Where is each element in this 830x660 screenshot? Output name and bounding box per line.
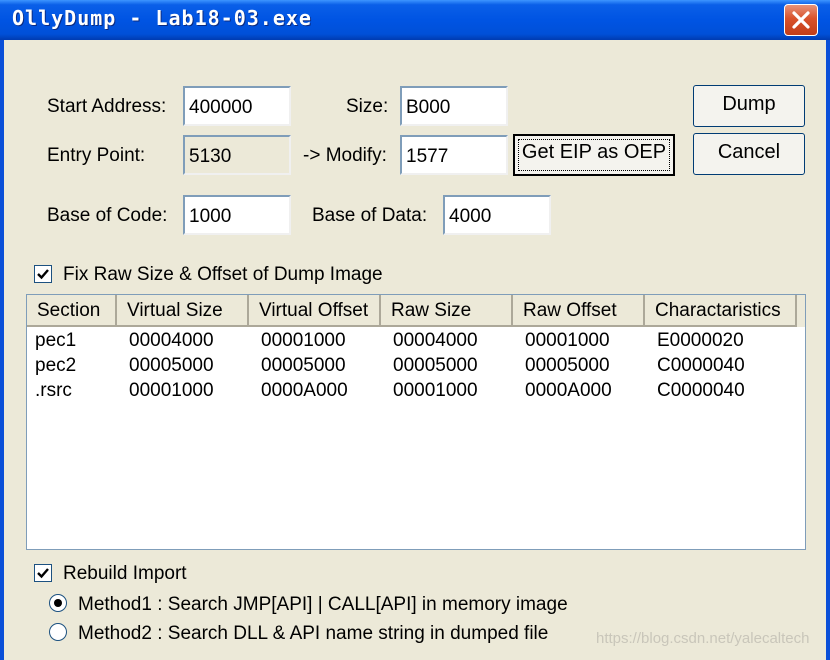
cell-virtual-offset: 0000A000 [261,380,348,401]
method2-label[interactable]: Method2 : Search DLL & API name string i… [78,623,548,645]
base-of-code-label: Base of Code: [47,205,168,226]
cell-section: .rsrc [35,380,72,401]
cell-charactaristics: C0000040 [657,380,745,401]
column-raw-size[interactable]: Raw Size [381,295,513,327]
table-row[interactable]: .rsrc 00001000 0000A000 00001000 0000A00… [27,378,805,403]
section-table[interactable]: Section Virtual Size Virtual Offset Raw … [26,294,806,550]
base-of-data-input[interactable] [443,195,551,235]
rebuild-import-label[interactable]: Rebuild Import [63,563,187,585]
size-label: Size: [346,96,389,117]
watermark-text: https://blog.csdn.net/yalecaltech [596,630,810,647]
fix-raw-checkbox[interactable] [34,265,52,283]
cell-raw-offset: 00001000 [525,330,610,351]
radio-selected-dot [54,599,62,607]
base-of-data-label: Base of Data: [312,205,428,226]
fix-raw-label[interactable]: Fix Raw Size & Offset of Dump Image [63,264,383,286]
cell-raw-size: 00004000 [393,330,478,351]
start-address-input[interactable] [183,86,291,126]
dump-button[interactable]: Dump [693,85,805,127]
cell-virtual-offset: 00005000 [261,355,346,376]
cell-virtual-size: 00005000 [129,355,214,376]
cell-raw-offset: 0000A000 [525,380,612,401]
entry-point-field [183,135,291,175]
cancel-button[interactable]: Cancel [693,133,805,175]
title-bar[interactable]: OllyDump - Lab18-03.exe [0,0,830,40]
column-virtual-offset[interactable]: Virtual Offset [249,295,381,327]
rebuild-import-checkbox[interactable] [34,564,52,582]
get-eip-as-oep-button[interactable]: Get EIP as OEP [513,134,675,176]
column-charactaristics[interactable]: Charactaristics [645,295,797,327]
column-section[interactable]: Section [27,295,117,327]
cell-section: pec1 [35,330,77,351]
method1-radio[interactable] [49,594,67,612]
start-address-label: Start Address: [47,96,167,117]
column-raw-offset[interactable]: Raw Offset [513,295,645,327]
cell-charactaristics: E0000020 [657,330,744,351]
cell-charactaristics: C0000040 [657,355,745,376]
size-input[interactable] [400,86,508,126]
method2-radio[interactable] [49,623,67,641]
checkmark-icon [37,568,49,579]
window-title: OllyDump - Lab18-03.exe [12,6,312,30]
cell-virtual-size: 00004000 [129,330,214,351]
table-row[interactable]: pec1 00004000 00001000 00004000 00001000… [27,328,805,353]
table-row[interactable]: pec2 00005000 00005000 00005000 00005000… [27,353,805,378]
modify-input[interactable] [400,135,508,175]
base-of-code-input[interactable] [183,195,291,235]
window-frame-right [826,40,830,660]
cell-section: pec2 [35,355,77,376]
close-button[interactable] [784,4,818,36]
cell-virtual-size: 00001000 [129,380,214,401]
ollydump-dialog: OllyDump - Lab18-03.exe Start Address: S… [0,0,830,660]
section-table-header: Section Virtual Size Virtual Offset Raw … [27,295,805,327]
checkmark-icon [37,269,49,280]
cell-raw-offset: 00005000 [525,355,610,376]
close-icon [792,11,810,29]
cell-raw-size: 00001000 [393,380,478,401]
cell-virtual-offset: 00001000 [261,330,346,351]
window-frame-left [0,40,4,660]
modify-label: -> Modify: [303,145,387,166]
column-virtual-size[interactable]: Virtual Size [117,295,249,327]
cell-raw-size: 00005000 [393,355,478,376]
entry-point-label: Entry Point: [47,145,146,166]
method1-label[interactable]: Method1 : Search JMP[API] | CALL[API] in… [78,594,568,616]
